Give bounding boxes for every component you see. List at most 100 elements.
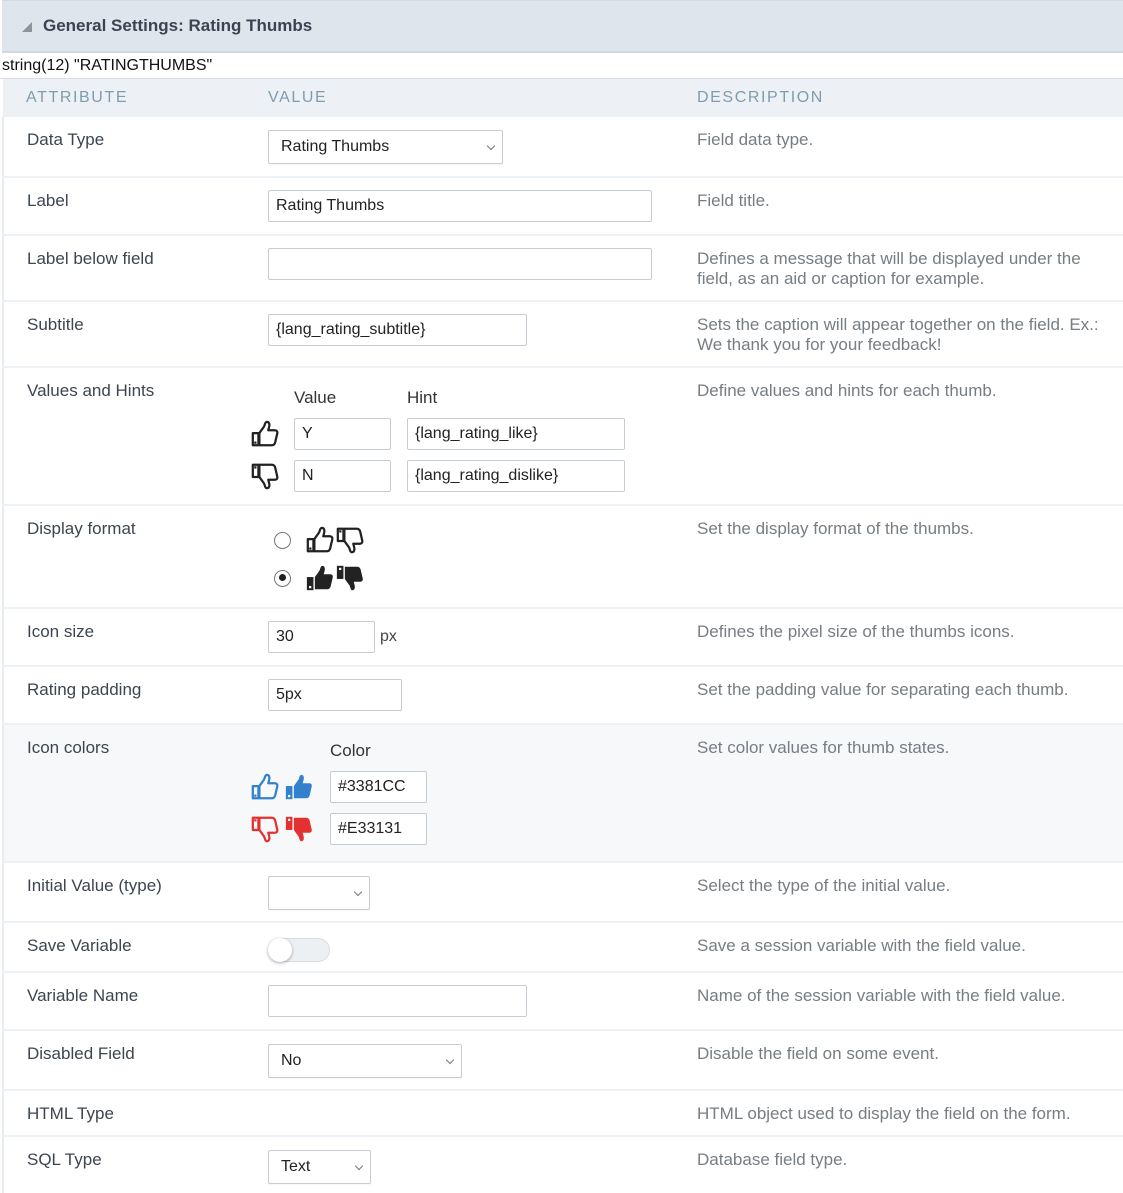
- initial-value-select[interactable]: [268, 876, 370, 910]
- chevron-down-icon: [354, 1161, 364, 1170]
- description: Save a session variable with the field v…: [697, 936, 1026, 955]
- attr-label: Display format: [27, 519, 136, 538]
- row-sql-type: SQL Type Text Database field type.: [3, 1136, 1123, 1193]
- icon-size-input[interactable]: 30: [268, 621, 375, 653]
- radio-solid-selected[interactable]: [274, 569, 291, 587]
- toggle-knob: [268, 938, 292, 962]
- value-column-header: Value: [294, 388, 337, 407]
- description: HTML object used to display the field on…: [697, 1104, 1071, 1123]
- display-format-option-solid[interactable]: [268, 559, 672, 597]
- dislike-hint-input[interactable]: {lang_rating_dislike}: [407, 460, 625, 492]
- select-value: Text: [281, 1158, 311, 1175]
- attr-label: Icon colors: [27, 738, 110, 757]
- dislike-value-input[interactable]: N: [294, 460, 391, 492]
- thumbs-down-solid-icon: [284, 814, 314, 844]
- thumbs-up-outline-icon: [305, 525, 335, 555]
- attr-label: Label below field: [27, 249, 154, 268]
- panel-title: General Settings: Rating Thumbs: [43, 16, 313, 35]
- chevron-down-icon: [353, 887, 363, 896]
- chevron-down-icon: [445, 1055, 455, 1064]
- row-data-type: Data Type Rating Thumbs Field data type.: [3, 117, 1123, 177]
- thumbs-down-outline-icon: [335, 525, 365, 555]
- description: Define values and hints for each thumb.: [697, 381, 997, 400]
- row-values-and-hints: Values and Hints Value Hint Y {lang_rati…: [3, 367, 1123, 505]
- row-label-below-field: Label below field Defines a message that…: [3, 235, 1123, 301]
- attr-label: Label: [27, 191, 69, 210]
- description: Select the type of the initial value.: [697, 876, 951, 895]
- dislike-color-icons: [250, 813, 330, 845]
- description: Set color values for thumb states.: [697, 738, 950, 757]
- thumbs-down-solid-icon: [335, 563, 365, 593]
- values-hints-grid: Value Hint Y {lang_rating_like} N {lang_…: [250, 388, 672, 492]
- row-subtitle: Subtitle {lang_rating_subtitle} Sets the…: [3, 301, 1123, 367]
- row-html-type: HTML Type HTML object used to display th…: [3, 1090, 1123, 1136]
- attr-label: Disabled Field: [27, 1044, 135, 1063]
- attr-label: Icon size: [27, 622, 95, 641]
- row-variable-name: Variable Name Name of the session variab…: [3, 972, 1123, 1030]
- description: Field data type.: [697, 130, 814, 149]
- display-format-option-outline[interactable]: [268, 521, 672, 559]
- attr-label: Initial Value (type): [27, 876, 162, 895]
- like-color-icons: [250, 771, 330, 803]
- attr-label: Save Variable: [27, 936, 132, 955]
- label-input[interactable]: Rating Thumbs: [268, 190, 652, 222]
- description: Sets the caption will appear together on…: [697, 315, 1099, 354]
- label-below-field-input[interactable]: [268, 248, 652, 280]
- panel-header[interactable]: General Settings: Rating Thumbs: [2, 0, 1123, 53]
- row-label: Label Rating Thumbs Field title.: [3, 177, 1123, 235]
- column-header-description: DESCRIPTION: [697, 89, 824, 106]
- description: Defines the pixel size of the thumbs ico…: [697, 622, 1015, 641]
- debug-output: string(12) "RATINGTHUMBS": [0, 53, 1123, 79]
- thumbs-down-outline-icon: [250, 814, 280, 844]
- subtitle-input[interactable]: {lang_rating_subtitle}: [268, 314, 527, 346]
- description: Disable the field on some event.: [697, 1044, 939, 1063]
- row-disabled-field: Disabled Field No Disable the field on s…: [3, 1030, 1123, 1090]
- description: Set the padding value for separating eac…: [697, 680, 1069, 699]
- rating-padding-input[interactable]: 5px: [268, 679, 402, 711]
- column-header-attribute: ATTRIBUTE: [26, 89, 129, 106]
- chevron-down-icon: [486, 141, 496, 150]
- column-header-value: VALUE: [268, 89, 328, 106]
- like-hint-input[interactable]: {lang_rating_like}: [407, 418, 625, 450]
- like-value-input[interactable]: Y: [294, 418, 391, 450]
- attr-label: Data Type: [27, 130, 105, 149]
- radio-outline[interactable]: [274, 531, 291, 549]
- row-initial-value: Initial Value (type) Select the type of …: [3, 862, 1123, 922]
- row-save-variable: Save Variable Save a session variable wi…: [3, 922, 1123, 972]
- description: Set the display format of the thumbs.: [697, 519, 974, 538]
- description: Field title.: [697, 191, 770, 210]
- data-type-select[interactable]: Rating Thumbs: [268, 130, 503, 164]
- dislike-color-input[interactable]: #E33131: [330, 813, 427, 845]
- color-column-header: Color: [330, 741, 371, 760]
- description: Defines a message that will be displayed…: [697, 249, 1081, 288]
- table-header-row: ATTRIBUTE VALUE DESCRIPTION: [3, 79, 1123, 117]
- collapse-triangle-icon[interactable]: [22, 21, 32, 32]
- description: Name of the session variable with the fi…: [697, 986, 1066, 1005]
- variable-name-input[interactable]: [268, 985, 527, 1017]
- select-value: No: [281, 1052, 302, 1069]
- like-color-input[interactable]: #3381CC: [330, 771, 427, 803]
- thumbs-down-outline-icon: [250, 460, 280, 492]
- attr-label: Values and Hints: [27, 381, 155, 400]
- thumbs-up-solid-icon: [305, 563, 335, 593]
- row-icon-size: Icon size 30 px Defines the pixel size o…: [3, 608, 1123, 666]
- attr-label: Subtitle: [27, 315, 84, 334]
- attr-label: Rating padding: [27, 680, 142, 699]
- attr-label: HTML Type: [27, 1104, 114, 1123]
- hint-column-header: Hint: [407, 388, 438, 407]
- row-display-format: Display format Set the display format of…: [3, 505, 1123, 608]
- thumbs-up-outline-icon: [250, 772, 280, 802]
- thumbs-up-solid-icon: [284, 772, 314, 802]
- save-variable-toggle[interactable]: [268, 938, 330, 962]
- attr-label: Variable Name: [27, 986, 139, 1005]
- row-rating-padding: Rating padding 5px Set the padding value…: [3, 666, 1123, 724]
- select-value: Rating Thumbs: [281, 138, 390, 155]
- description: Database field type.: [697, 1150, 848, 1169]
- icon-size-unit: px: [380, 628, 397, 645]
- attr-label: SQL Type: [27, 1150, 102, 1169]
- thumbs-up-outline-icon: [250, 418, 280, 450]
- row-icon-colors: Icon colors Color #3381CC #E33131 Set co…: [3, 724, 1123, 862]
- sql-type-select[interactable]: Text: [268, 1150, 371, 1184]
- disabled-field-select[interactable]: No: [268, 1044, 462, 1078]
- settings-table: ATTRIBUTE VALUE DESCRIPTION Data Type Ra…: [2, 79, 1123, 1193]
